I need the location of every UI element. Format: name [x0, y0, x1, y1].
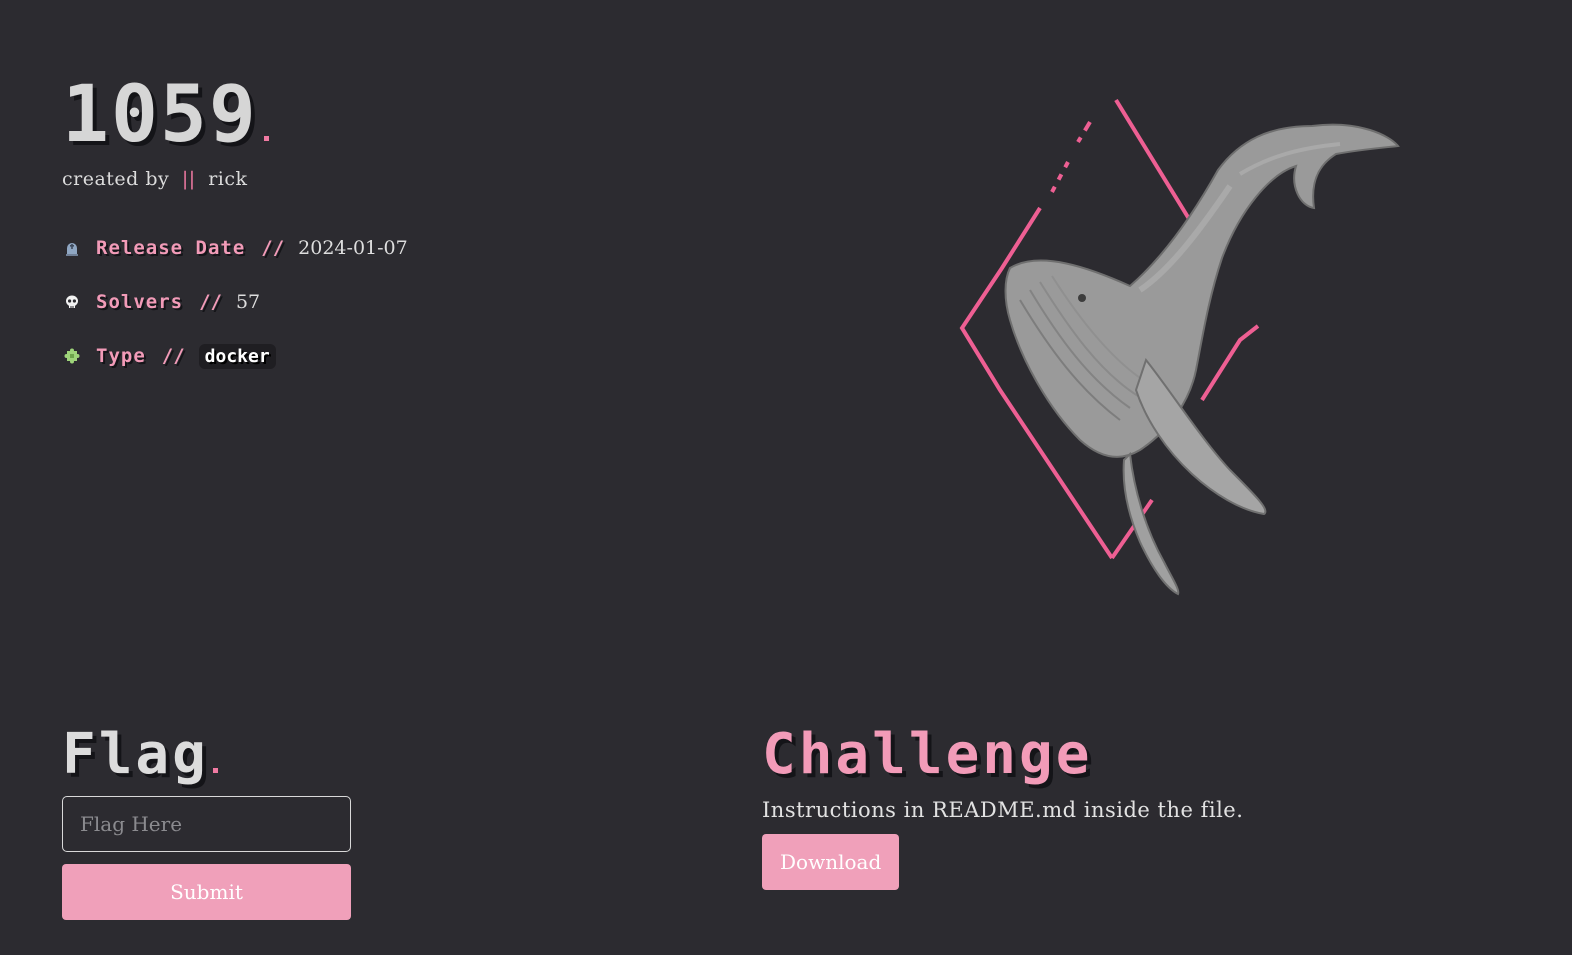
type-badge: docker: [198, 343, 276, 369]
challenge-meta: Release Date // 2024-01-07 Solvers // 57: [62, 232, 408, 394]
type-slash: //: [161, 345, 185, 367]
release-date-value: 2024-01-07: [298, 237, 408, 259]
release-date-label: Release Date: [96, 237, 246, 259]
challenge-title: 1059: [62, 70, 269, 160]
release-date-slash: //: [261, 237, 285, 259]
flag-heading: Flag: [62, 722, 352, 788]
created-by-prefix: created by: [62, 168, 170, 190]
created-by: created by || rick: [62, 168, 269, 190]
flag-heading-dot: [212, 768, 218, 773]
puzzle-icon: [62, 346, 82, 366]
solvers-row: Solvers // 57: [62, 286, 408, 318]
challenge-instructions: Instructions in README.md inside the fil…: [762, 798, 1244, 822]
type-label: Type: [96, 345, 146, 367]
submit-button[interactable]: Submit: [62, 864, 351, 920]
solvers-slash: //: [199, 291, 222, 313]
flag-section: Flag Submit: [62, 722, 352, 920]
challenge-heading: Challenge: [762, 722, 1093, 787]
author-separator: ||: [181, 168, 196, 190]
release-date-row: Release Date // 2024-01-07: [62, 232, 408, 264]
flag-input[interactable]: [62, 796, 351, 852]
solvers-label: Solvers: [96, 291, 184, 313]
challenge-number: 1059: [62, 70, 258, 160]
flag-heading-text: Flag: [62, 722, 209, 787]
skull-icon: [62, 292, 82, 312]
author-name: rick: [208, 168, 248, 190]
title-dot: [263, 136, 269, 141]
tombstone-icon: [62, 238, 82, 258]
whale-illustration: [940, 90, 1420, 610]
challenge-section: Challenge Instructions in README.md insi…: [762, 722, 1462, 890]
download-button[interactable]: Download: [762, 834, 900, 890]
solvers-value: 57: [235, 291, 261, 313]
title-block: 1059 created by || rick: [62, 70, 269, 190]
type-row: Type // docker: [62, 340, 408, 372]
